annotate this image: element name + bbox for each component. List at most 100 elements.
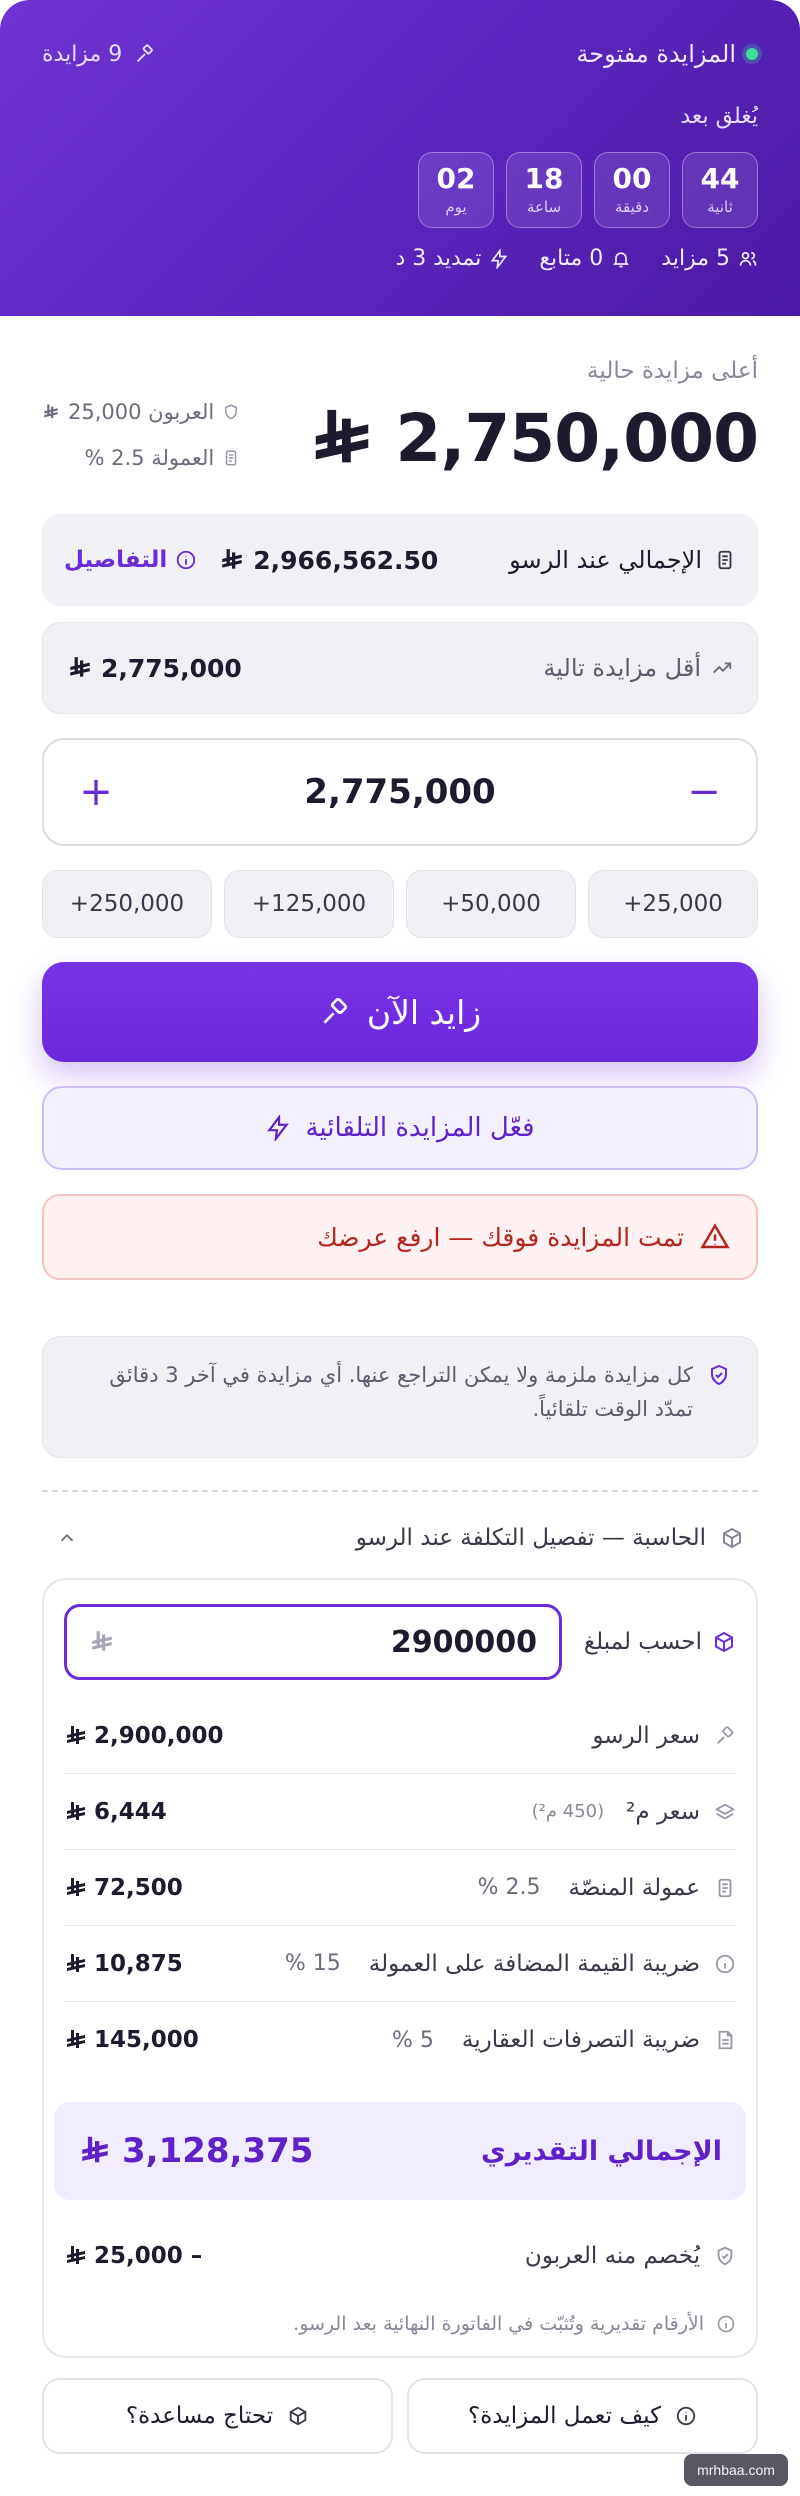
need-help-label: تحتاج مساعدة؟ xyxy=(125,2403,274,2429)
sar-currency-icon xyxy=(78,2134,112,2168)
min-next-bid-row: أقل مزايدة تالية 2,775,000 xyxy=(42,622,758,714)
binding-bid-note-text: كل مزايدة ملزمة ولا يمكن التراجع عنها. أ… xyxy=(109,1363,693,1421)
trending-up-icon xyxy=(713,662,732,674)
binding-bid-note: كل مزايدة ملزمة ولا يمكن التراجع عنها. أ… xyxy=(42,1336,758,1458)
countdown-hours: 18 ساعة xyxy=(506,152,582,228)
info-icon xyxy=(177,550,196,570)
vat-on-commission-row: ضريبة القيمة المضافة على العمولة 15 % 10… xyxy=(64,1926,736,2002)
price-per-sqm-row: سعر م² (450 م²) 6,444 xyxy=(64,1774,736,1850)
total-on-award-label-group: الإجمالي عند الرسو xyxy=(509,546,736,574)
platform-commission-amount: 72,500 xyxy=(64,1875,183,1901)
current-bid-meta: العربون 25,000 العمولة 2.5 % xyxy=(42,400,240,470)
total-on-award-values: التفاصيل 2,966,562.50 xyxy=(64,546,438,575)
info-icon xyxy=(717,2315,735,2333)
vat-label-group: ضريبة القيمة المضافة على العمولة 15 % xyxy=(285,1951,736,1977)
header-stats: 5 مزايد 0 متابع تمديد 3 د xyxy=(395,246,758,271)
how-it-works-button[interactable]: كيف تعمل المزايدة؟ xyxy=(407,2378,758,2454)
estimated-total-amount: 3,128,375 xyxy=(78,2131,313,2171)
section-divider xyxy=(42,1490,758,1492)
calculator-input-label: احسب لمبلغ xyxy=(583,1629,702,1655)
need-help-button[interactable]: تحتاج مساعدة؟ xyxy=(42,2378,393,2454)
real-estate-tax-label: ضريبة التصرفات العقارية xyxy=(461,2027,700,2053)
countdown-seconds: 44 ثانية xyxy=(682,152,758,228)
chevron-up-icon xyxy=(60,1533,74,1542)
countdown-days: 02 يوم xyxy=(418,152,494,228)
cube-icon xyxy=(715,1631,733,1653)
real-estate-tax-amount: 145,000 xyxy=(64,2027,199,2053)
current-bid-amount: 2,750,000 xyxy=(307,400,759,477)
deposit-deduction-row: يُخصم منه العربون 25,000 – xyxy=(64,2220,736,2292)
vat-label: ضريبة القيمة المضافة على العمولة xyxy=(368,1950,700,1977)
layers-icon xyxy=(714,1803,736,1819)
increment-250000-button[interactable]: +250,000 xyxy=(42,870,212,938)
bids-count: 9 مزايدة xyxy=(42,42,156,67)
bid-now-button[interactable]: زايد الآن xyxy=(42,962,758,1062)
header-top-row: المزايدة مفتوحة 9 مزايدة xyxy=(42,36,758,72)
info-icon xyxy=(676,2406,696,2426)
platform-commission-row: عمولة المنصّة 2.5 % 72,500 xyxy=(64,1850,736,1926)
info-icon xyxy=(715,1954,735,1973)
real-estate-tax-label-group: ضريبة التصرفات العقارية 5 % xyxy=(392,2027,736,2053)
users-icon xyxy=(739,251,757,266)
deposit-info: العربون 25,000 xyxy=(42,400,240,424)
bid-amount-value[interactable]: 2,775,000 xyxy=(304,772,495,812)
hammer-icon xyxy=(717,1725,734,1744)
deposit-deduction-label-group: يُخصم منه العربون xyxy=(525,2243,736,2269)
calculator-amount-value[interactable]: 2900000 xyxy=(391,1625,537,1660)
real-estate-tax-pct: 5 % xyxy=(391,2027,434,2053)
outbid-alert-text: تمت المزايدة فوقك — ارفع عرضك xyxy=(317,1222,684,1252)
bell-icon xyxy=(613,251,630,267)
details-link[interactable]: التفاصيل xyxy=(64,547,197,573)
min-next-bid-label-group: أقل مزايدة تالية xyxy=(543,654,733,682)
sar-currency-icon xyxy=(67,655,93,681)
countdown: 44 ثانية 00 دقيقة 18 ساعة 02 يوم xyxy=(418,152,758,228)
lightning-icon xyxy=(267,1115,290,1141)
auto-bid-label: فعّل المزايدة التلقائية xyxy=(305,1113,535,1143)
price-per-sqm-label-group: سعر م² (450 م²) xyxy=(532,1799,736,1825)
calculator-title-group: الحاسبة — تفصيل التكلفة عند الرسو xyxy=(356,1525,744,1551)
sar-currency-icon xyxy=(64,1876,88,1900)
calculator-rows: سعر الرسو 2,900,000 سعر م² (450 م²) 6,44… xyxy=(64,1698,736,2078)
outbid-alert: تمت المزايدة فوقك — ارفع عرضك xyxy=(42,1194,758,1280)
decrease-button[interactable]: − xyxy=(682,772,726,812)
sar-currency-icon xyxy=(64,1724,88,1748)
lightning-icon xyxy=(491,248,508,269)
bid-amount-stepper: − 2,775,000 + xyxy=(42,738,758,846)
increment-125000-button[interactable]: +125,000 xyxy=(224,870,394,938)
sar-currency-icon xyxy=(89,1629,115,1655)
increase-button[interactable]: + xyxy=(74,772,118,812)
document-icon xyxy=(718,2030,733,2050)
auction-status: المزايدة مفتوحة xyxy=(576,40,758,68)
extension-stat: تمديد 3 د xyxy=(395,246,509,271)
status-text: المزايدة مفتوحة xyxy=(576,40,736,68)
auto-bid-button[interactable]: فعّل المزايدة التلقائية xyxy=(42,1086,758,1170)
shield-check-icon xyxy=(711,1364,727,1386)
vat-pct: 15 % xyxy=(284,1951,341,1976)
total-on-award-amount: 2,966,562.50 xyxy=(219,546,438,575)
current-bid-value: 2,750,000 xyxy=(395,400,759,477)
estimated-total-row: الإجمالي التقديري 3,128,375 xyxy=(54,2102,746,2200)
shield-check-icon xyxy=(717,2246,733,2266)
sar-currency-icon xyxy=(307,404,377,474)
increment-25000-button[interactable]: +25,000 xyxy=(588,870,758,938)
bid-now-label: زايد الآن xyxy=(366,992,482,1032)
platform-commission-label-group: عمولة المنصّة 2.5 % xyxy=(478,1875,736,1901)
calculator-amount-input[interactable]: 2900000 xyxy=(64,1604,562,1680)
calculator-disclaimer-text: الأرقام تقديرية وتُثبّت في الفاتورة النه… xyxy=(293,2313,704,2335)
sar-currency-icon xyxy=(42,403,60,421)
bidders-stat: 5 مزايد xyxy=(661,246,758,271)
calculator-toggle[interactable]: الحاسبة — تفصيل التكلفة عند الرسو xyxy=(42,1512,758,1564)
help-buttons: كيف تعمل المزايدة؟ تحتاج مساعدة؟ xyxy=(42,2378,758,2454)
hammer-icon xyxy=(323,997,347,1024)
platform-commission-pct: 2.5 % xyxy=(477,1875,541,1900)
receipt-icon xyxy=(718,1878,732,1897)
increment-50000-button[interactable]: +50,000 xyxy=(406,870,576,938)
award-price-amount: 2,900,000 xyxy=(64,1723,224,1749)
sar-currency-icon xyxy=(64,2244,88,2268)
shield-icon xyxy=(225,404,238,420)
vat-amount: 10,875 xyxy=(64,1951,183,1977)
sar-currency-icon xyxy=(219,547,245,573)
min-next-bid-amount: 2,775,000 xyxy=(67,654,242,683)
calculator-input-row: احسب لمبلغ 2900000 xyxy=(64,1604,736,1680)
sar-currency-icon xyxy=(64,1952,88,1976)
